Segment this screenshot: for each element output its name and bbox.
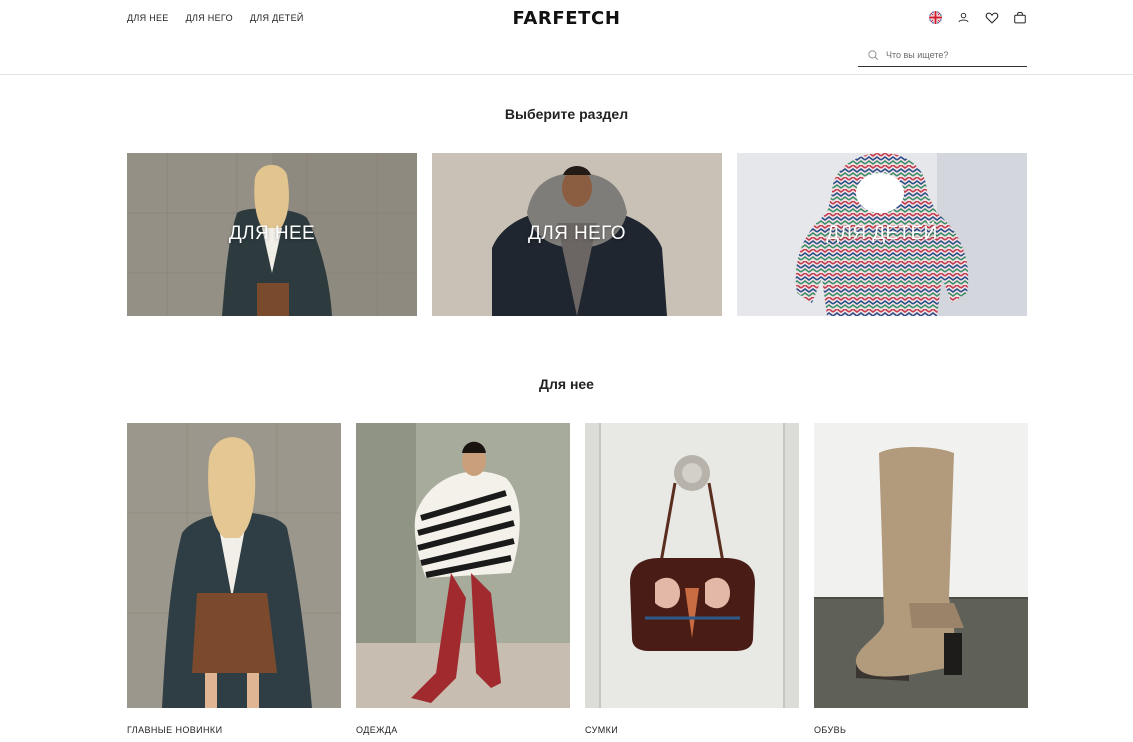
header-icons	[928, 10, 1027, 25]
card-new-arrivals-caption: ГЛАВНЫЕ НОВИНКИ	[127, 725, 223, 735]
card-bags-caption: СУМКИ	[585, 725, 619, 735]
wishlist-heart-icon[interactable]	[984, 10, 999, 25]
tile-women[interactable]: ДЛЯ НЕЕ	[127, 153, 417, 316]
shopping-bag-icon[interactable]	[1012, 10, 1027, 25]
gender-nav: ДЛЯ НЕЕ ДЛЯ НЕГО ДЛЯ ДЕТЕЙ	[127, 13, 304, 23]
search-input[interactable]	[886, 50, 1016, 60]
farfetch-logo[interactable]: FARFETCH	[513, 8, 621, 29]
women-section-title: Для нее	[539, 376, 594, 392]
tile-women-label: ДЛЯ НЕЕ	[228, 223, 316, 244]
site-header: ДЛЯ НЕЕ ДЛЯ НЕГО ДЛЯ ДЕТЕЙ FARFETCH	[0, 0, 1133, 75]
tile-kids[interactable]: ДЛЯ ДЕТЕЙ	[737, 153, 1027, 316]
department-tiles: ДЛЯ НЕЕ ДЛЯ НЕГО ДЛЯ ДЕТЕЙ	[127, 153, 1027, 316]
nav-link-kids[interactable]: ДЛЯ ДЕТЕЙ	[250, 13, 304, 23]
tile-kids-label: ДЛЯ ДЕТЕЙ	[826, 223, 938, 244]
search-icon	[866, 48, 880, 62]
choose-section-title: Выберите раздел	[504, 106, 629, 122]
nav-link-women[interactable]: ДЛЯ НЕЕ	[127, 13, 169, 23]
card-clothing[interactable]: ОДЕЖДА	[356, 423, 570, 735]
new-arrivals-image	[127, 423, 341, 708]
card-shoes-caption: ОБУВЬ	[814, 725, 847, 735]
tile-men-label: ДЛЯ НЕГО	[528, 223, 626, 244]
uk-flag-icon[interactable]	[928, 10, 943, 25]
search-bar	[858, 44, 1027, 67]
tile-men[interactable]: ДЛЯ НЕГО	[432, 153, 722, 316]
bags-image	[585, 423, 799, 708]
card-bags[interactable]: СУМКИ	[585, 423, 799, 735]
nav-link-men[interactable]: ДЛЯ НЕГО	[186, 13, 233, 23]
women-category-cards: ГЛАВНЫЕ НОВИНКИ ОДЕЖДА СУМКИ ОБУВЬ	[127, 423, 1028, 735]
card-shoes[interactable]: ОБУВЬ	[814, 423, 1028, 735]
card-new-arrivals[interactable]: ГЛАВНЫЕ НОВИНКИ	[127, 423, 341, 735]
card-clothing-caption: ОДЕЖДА	[356, 725, 398, 735]
shoes-image	[814, 423, 1028, 708]
account-icon[interactable]	[956, 10, 971, 25]
clothing-image	[356, 423, 570, 708]
